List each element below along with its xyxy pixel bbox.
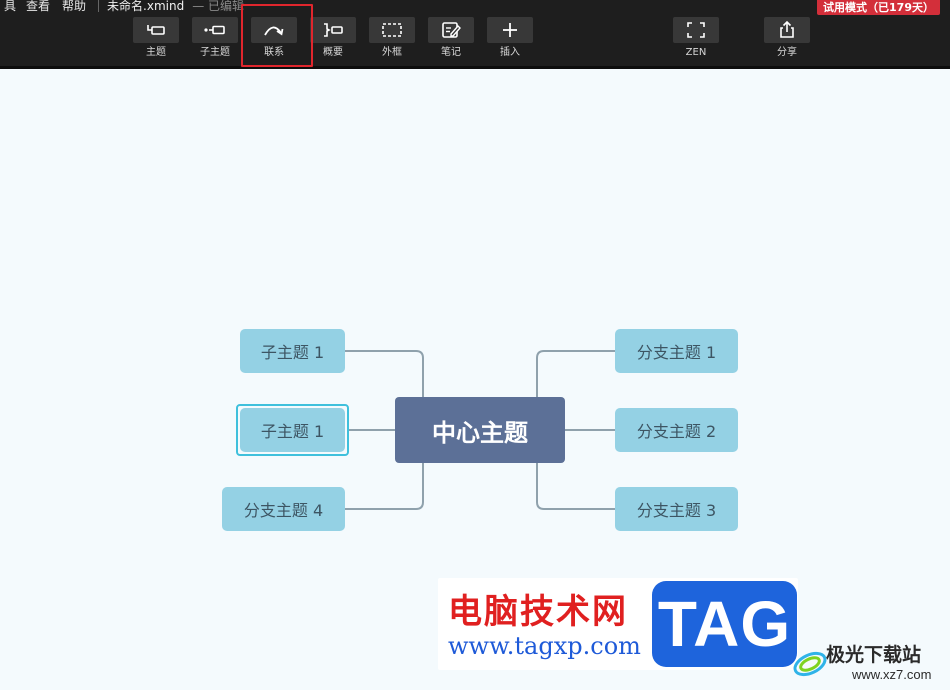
watermark-site-name: 电脑技术网 bbox=[448, 592, 628, 632]
watermark-logo-url: www.xz7.com bbox=[852, 667, 932, 682]
topic-node-left-1[interactable]: 子主题 1 bbox=[240, 329, 345, 373]
topic-node-right-2[interactable]: 分支主题 2 bbox=[615, 408, 738, 452]
aurora-logo-icon bbox=[793, 651, 827, 677]
topic-node-right-3[interactable]: 分支主题 3 bbox=[615, 487, 738, 531]
watermark-download-logo: 极光下载站 www.xz7.com bbox=[790, 634, 950, 690]
watermark-tag-text: TAG bbox=[657, 588, 792, 660]
topic-node-right-1-label: 分支主题 1 bbox=[636, 343, 717, 362]
topic-node-left-3-label: 分支主题 4 bbox=[243, 501, 324, 520]
topic-node-left-3[interactable]: 分支主题 4 bbox=[222, 487, 345, 531]
connector-right-1 bbox=[536, 350, 615, 398]
topic-node-left-2-label: 子主题 1 bbox=[260, 422, 325, 441]
connector-right-3 bbox=[536, 462, 615, 510]
watermark-site-url: www.tagxp.com bbox=[448, 632, 641, 660]
watermark-tag-logo: TAG bbox=[652, 581, 797, 667]
watermark-logo-name: 极光下载站 bbox=[826, 644, 922, 666]
topic-node-right-2-label: 分支主题 2 bbox=[636, 422, 717, 441]
connector-left-1 bbox=[345, 350, 424, 398]
central-topic-label: 中心主题 bbox=[432, 418, 528, 447]
topic-node-right-3-label: 分支主题 3 bbox=[636, 501, 717, 520]
topic-node-left-1-label: 子主题 1 bbox=[260, 343, 325, 362]
central-topic[interactable]: 中心主题 bbox=[395, 397, 565, 463]
topic-node-left-2-selected[interactable]: 子主题 1 bbox=[240, 408, 345, 452]
topic-node-right-1[interactable]: 分支主题 1 bbox=[615, 329, 738, 373]
connector-left-3 bbox=[345, 462, 424, 510]
